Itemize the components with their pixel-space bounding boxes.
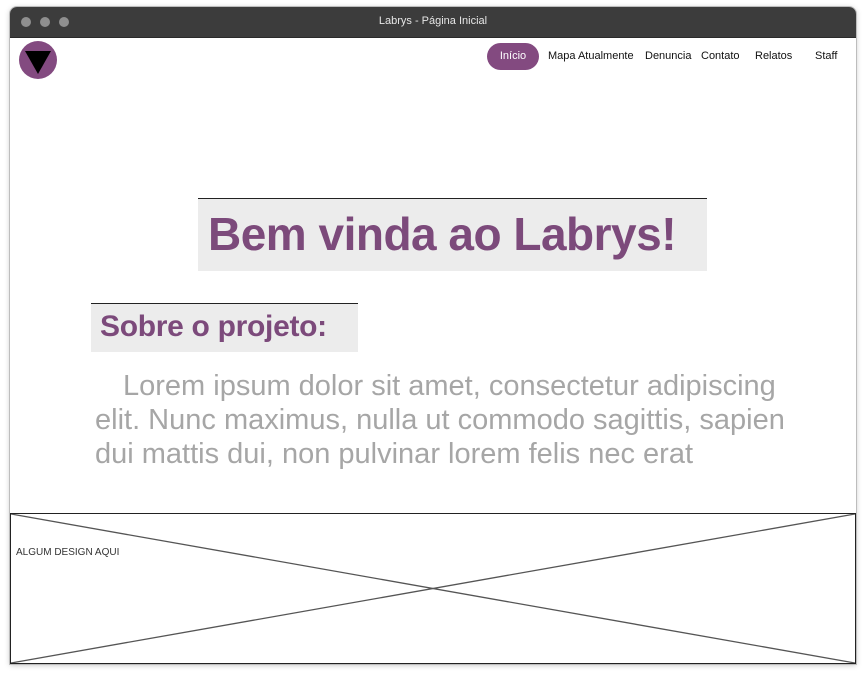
nav-item-inicio[interactable]: Início [487,43,539,70]
logo[interactable] [19,41,57,79]
nav-item-denuncia[interactable]: Denuncia [645,43,691,70]
page-content: Início Mapa Atualmente Denuncia Contato … [10,38,856,664]
nav-item-staff[interactable]: Staff [815,43,837,70]
about-heading-box: Sobre o projeto: [91,303,358,352]
nav-item-mapa-atualmente[interactable]: Mapa Atualmente [548,43,634,70]
placeholder-label: ALGUM DESIGN AQUI [16,547,120,558]
hero-banner: Bem vinda ao Labrys! [198,198,707,271]
hero-title: Bem vinda ao Labrys! [208,208,677,260]
nav-item-relatos[interactable]: Relatos [755,43,792,70]
image-placeholder: ALGUM DESIGN AQUI [10,513,856,664]
about-heading: Sobre o projeto: [100,310,327,343]
about-text: Lorem ipsum dolor sit amet, consectetur … [95,370,785,470]
placeholder-cross-icon [11,514,855,663]
window-title: Labrys - Página Inicial [378,15,488,27]
triangle-down-icon [25,51,51,74]
nav-item-contato[interactable]: Contato [701,43,740,70]
browser-window: Labrys - Página Inicial Início Mapa Atua… [10,7,856,664]
title-bar: Labrys - Página Inicial [10,7,856,38]
